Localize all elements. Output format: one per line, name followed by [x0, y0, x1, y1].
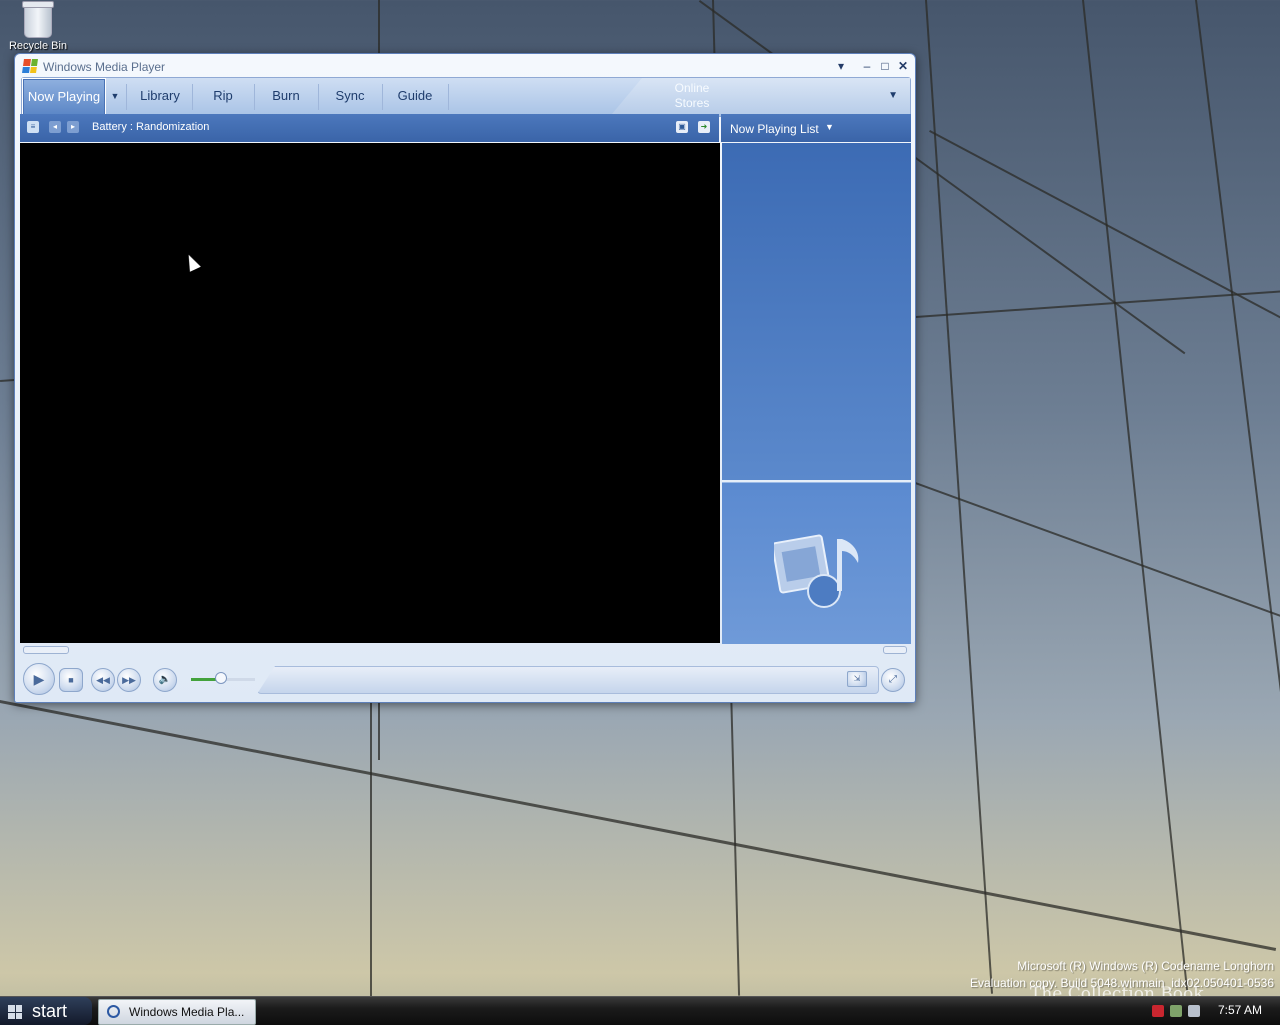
- media-music-icon: [774, 534, 859, 608]
- start-button[interactable]: start: [0, 997, 92, 1025]
- volume-tray-icon[interactable]: [1188, 1005, 1200, 1017]
- online-stores-label[interactable]: Online Stores: [672, 81, 712, 111]
- stop-button[interactable]: ■: [59, 668, 83, 692]
- mute-button[interactable]: 🔈: [153, 668, 177, 692]
- security-alert-icon[interactable]: [1152, 1005, 1164, 1017]
- feature-taskbar: Now Playing ▼ Library Rip Burn Sync Guid…: [21, 77, 911, 117]
- playback-controls: ▶ ■ ◀◀ ▶▶ 🔈 ⇲ ⤢: [19, 658, 911, 698]
- options-menu-icon[interactable]: ≡: [27, 121, 39, 133]
- skin-mode-button[interactable]: ⤢: [881, 668, 905, 692]
- windows-flag-icon: [8, 1005, 22, 1019]
- window-title: Windows Media Player: [43, 60, 166, 74]
- clock[interactable]: 7:57 AM: [1218, 1003, 1262, 1017]
- now-playing-list-title[interactable]: Now Playing List: [730, 122, 819, 136]
- taskbar-item-media-player[interactable]: Windows Media Pla...: [98, 999, 256, 1025]
- tab-rip[interactable]: Rip: [194, 78, 252, 114]
- previous-button[interactable]: ◀◀: [91, 668, 115, 692]
- video-display-area[interactable]: [20, 143, 720, 643]
- watermark-line-1: Microsoft (R) Windows (R) Codename Longh…: [1017, 959, 1274, 973]
- online-stores-area[interactable]: [612, 78, 910, 114]
- recycle-bin-label: Recycle Bin: [8, 40, 68, 52]
- full-screen-icon[interactable]: ➜: [698, 121, 710, 133]
- now-playing-list[interactable]: [722, 143, 911, 480]
- online-stores-dropdown-icon[interactable]: ▼: [888, 90, 898, 101]
- window-menu-button[interactable]: ▾: [833, 58, 849, 74]
- next-visualization-icon[interactable]: ▸: [67, 121, 79, 133]
- taskbar: start Windows Media Pla... 7:57 AM: [0, 996, 1280, 1025]
- tab-sync[interactable]: Sync: [320, 78, 380, 114]
- now-playing-list-header[interactable]: Now Playing List ▼: [721, 114, 911, 142]
- title-bar[interactable]: Windows Media Player ▾ – □ ✕: [15, 54, 915, 78]
- taskbar-item-label: Windows Media Pla...: [129, 1005, 245, 1019]
- tab-library[interactable]: Library: [130, 78, 190, 114]
- seek-bar[interactable]: [257, 666, 879, 694]
- next-button[interactable]: ▶▶: [117, 668, 141, 692]
- now-playing-dropdown-icon[interactable]: ▼: [108, 78, 122, 114]
- right-resize-grip[interactable]: [883, 646, 907, 654]
- view-options-icon[interactable]: ▣: [676, 121, 688, 133]
- recycle-bin-icon: [22, 1, 54, 38]
- system-tray: 7:57 AM: [1140, 997, 1280, 1025]
- maximize-button[interactable]: □: [877, 58, 893, 74]
- media-player-window[interactable]: Windows Media Player ▾ – □ ✕ Now Playing…: [14, 53, 916, 703]
- tab-guide[interactable]: Guide: [384, 78, 446, 114]
- play-button[interactable]: ▶: [23, 663, 55, 695]
- media-player-icon: [107, 1005, 120, 1018]
- start-label: start: [32, 1001, 68, 1021]
- tab-now-playing[interactable]: Now Playing: [22, 78, 106, 116]
- windows-logo-icon: [22, 59, 38, 73]
- volume-slider-thumb[interactable]: [215, 672, 227, 684]
- now-playing-list-dropdown-icon[interactable]: ▼: [825, 122, 834, 132]
- minimize-button[interactable]: –: [859, 58, 875, 74]
- switch-to-compact-icon[interactable]: ⇲: [847, 671, 867, 687]
- close-button[interactable]: ✕: [895, 58, 911, 74]
- visualization-name: Battery : Randomization: [92, 121, 210, 133]
- recycle-bin[interactable]: Recycle Bin: [6, 1, 70, 52]
- left-resize-grip[interactable]: [23, 646, 69, 654]
- previous-visualization-icon[interactable]: ◂: [49, 121, 61, 133]
- album-art-area: [722, 482, 911, 644]
- network-icon[interactable]: [1170, 1005, 1182, 1017]
- tab-burn[interactable]: Burn: [256, 78, 316, 114]
- info-center-bar: ≡ ◂ ▸ Battery : Randomization ▣ ➜: [20, 114, 719, 142]
- splitter-row: [23, 646, 907, 654]
